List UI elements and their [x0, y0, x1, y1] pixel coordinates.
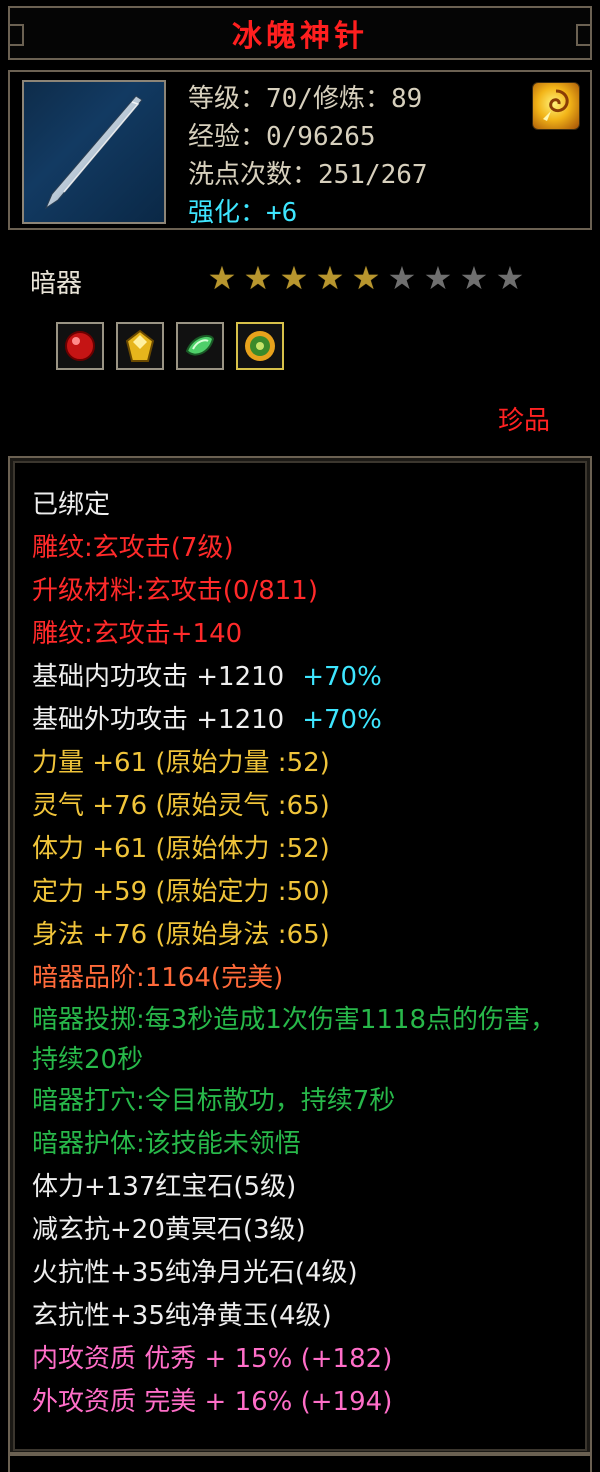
star-icon: ★	[207, 259, 237, 297]
level-line: 等级：70/修炼：89	[188, 84, 423, 114]
attribute-line: 基础外功攻击 +1210 +70%	[32, 699, 562, 742]
star-icon: ★	[243, 259, 273, 297]
attribute-text: 身法 +76 (原始身法 :65)	[32, 920, 330, 950]
attribute-line: 体力+137红宝石(5级)	[32, 1166, 562, 1209]
attribute-line: 灵气 +76 (原始灵气 :65)	[32, 785, 562, 828]
star-empty-icon: ★	[459, 259, 489, 297]
attribute-text: 暗器打穴:令目标散功，持续7秒	[32, 1086, 396, 1116]
attribute-line: 火抗性+35纯净月光石(4级)	[32, 1252, 562, 1295]
star-empty-icon: ★	[423, 259, 453, 297]
enhance-line: 强化：+6	[188, 198, 298, 228]
attribute-text: 减玄抗+20黄冥石(3级)	[32, 1215, 306, 1245]
attribute-text: 已绑定	[32, 490, 111, 520]
attributes-panel: 已绑定雕纹:玄攻击(7级) 升级材料:玄攻击(0/811) 雕纹:玄攻击+140 基础…	[8, 456, 592, 1456]
reset-count-line: 洗点次数：251/267	[188, 160, 428, 190]
attribute-line: 身法 +76 (原始身法 :65)	[32, 914, 562, 957]
ruby-gem-icon[interactable]	[56, 322, 104, 370]
gem-slots	[56, 322, 284, 370]
attribute-line: 雕纹:玄攻击(7级)	[32, 527, 562, 570]
attribute-text: 灵气 +76 (原始灵气 :65)	[32, 791, 330, 821]
attribute-line: 暗器护体:该技能未领悟	[32, 1123, 562, 1166]
attribute-line: 力量 +61 (原始力量 :52)	[32, 742, 562, 785]
attribute-line: 体力 +61 (原始体力 :52)	[32, 828, 562, 871]
yellow-gem-icon[interactable]	[116, 322, 164, 370]
star-icon: ★	[315, 259, 345, 297]
star-empty-icon: ★	[495, 259, 525, 297]
bottom-frame	[8, 1452, 592, 1472]
attribute-list: 已绑定雕纹:玄攻击(7级) 升级材料:玄攻击(0/811) 雕纹:玄攻击+140 基础…	[32, 484, 562, 1424]
item-category: 暗器	[30, 269, 83, 299]
attribute-line: 减玄抗+20黄冥石(3级)	[32, 1209, 562, 1252]
attribute-text: 外攻资质 完美 + 16% (+194)	[32, 1387, 393, 1417]
attribute-text: 暗器品阶:1164(完美)	[32, 963, 284, 993]
title-bar: 冰魄神针	[8, 6, 592, 60]
item-summary-panel: 等级：70/修炼：89 经验：0/96265 洗点次数：251/267 强化：+…	[8, 70, 592, 230]
attribute-text: 体力+137红宝石(5级)	[32, 1172, 297, 1202]
star-rating: ★ ★ ★ ★ ★ ★ ★ ★ ★	[206, 262, 526, 294]
attribute-line: 定力 +59 (原始定力 :50)	[32, 871, 562, 914]
attribute-line: 基础内功攻击 +1210 +70%	[32, 656, 562, 699]
attribute-line: 暗器打穴:令目标散功，持续7秒	[32, 1080, 562, 1123]
attribute-text: 玄抗性+35纯净黄玉(4级)	[32, 1301, 332, 1331]
attribute-text: 基础外功攻击 +1210	[32, 705, 285, 735]
rarity-label: 珍品	[497, 406, 550, 436]
attribute-text: 内攻资质 优秀 + 15% (+182)	[32, 1344, 393, 1374]
attribute-bonus: +70%	[302, 662, 382, 692]
attribute-line: 已绑定	[32, 484, 562, 527]
attribute-text: 火抗性+35纯净月光石(4级)	[32, 1258, 358, 1288]
experience-line: 经验：0/96265	[188, 122, 376, 152]
attribute-bonus: +70%	[302, 705, 382, 735]
golden-swirl-badge-icon[interactable]	[532, 82, 580, 130]
attribute-text: 暗器投掷:每3秒造成1次伤害1118点的伤害，持续20秒	[32, 1005, 557, 1075]
attribute-text: 升级材料:玄攻击(0/811)	[32, 576, 318, 606]
attribute-line: 暗器品阶:1164(完美)	[32, 957, 562, 1000]
attribute-line: 内攻资质 优秀 + 15% (+182)	[32, 1338, 562, 1381]
attribute-text: 暗器护体:该技能未领悟	[32, 1129, 301, 1159]
item-stats: 等级：70/修炼：89 经验：0/96265 洗点次数：251/267 强化：+…	[188, 80, 428, 232]
attribute-line: 雕纹:玄攻击+140	[32, 613, 562, 656]
attribute-text: 雕纹:玄攻击+140	[32, 619, 243, 649]
item-title: 冰魄神针	[232, 19, 368, 54]
ice-needle-icon	[22, 80, 166, 224]
attribute-line: 玄抗性+35纯净黄玉(4级)	[32, 1295, 562, 1338]
attribute-text: 体力 +61 (原始体力 :52)	[32, 834, 330, 864]
attribute-line: 升级材料:玄攻击(0/811)	[32, 570, 562, 613]
star-icon: ★	[351, 259, 381, 297]
attribute-line: 暗器投掷:每3秒造成1次伤害1118点的伤害，持续20秒	[32, 1000, 562, 1080]
star-empty-icon: ★	[387, 259, 417, 297]
attribute-text: 基础内功攻击 +1210	[32, 662, 285, 692]
star-icon: ★	[279, 259, 309, 297]
jade-gem-icon[interactable]	[236, 322, 284, 370]
moonstone-gem-icon[interactable]	[176, 322, 224, 370]
attribute-text: 力量 +61 (原始力量 :52)	[32, 748, 330, 778]
attribute-line: 外攻资质 完美 + 16% (+194)	[32, 1381, 562, 1424]
attribute-text: 定力 +59 (原始定力 :50)	[32, 877, 330, 907]
attribute-text: 雕纹:玄攻击(7级)	[32, 533, 234, 563]
